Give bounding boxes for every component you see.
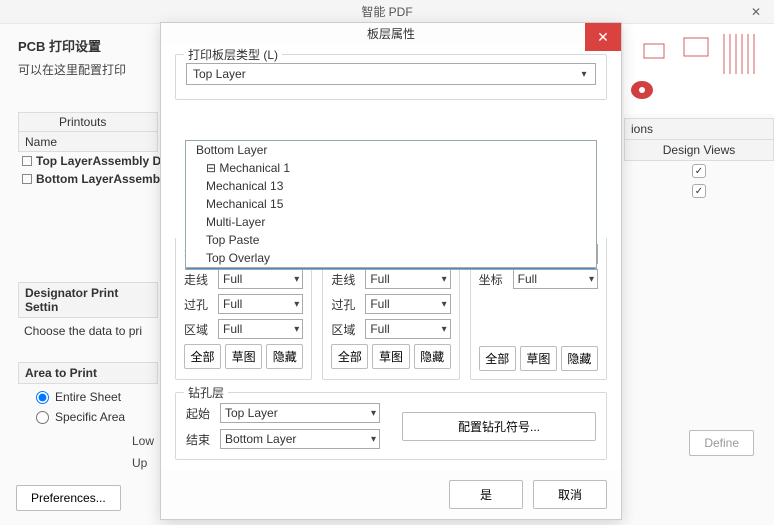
dialog-body: 打印板层类型 (L) Top Layer ▾ Bottom Layer⊟ Mec… [161, 44, 621, 470]
dropdown-item[interactable]: Mechanical 15 [186, 195, 596, 213]
dropdown-item[interactable]: Multi-Layer [186, 213, 596, 231]
btn-caotu-3[interactable]: 草图 [520, 346, 557, 371]
checkbox-2[interactable]: ✓ [692, 184, 706, 198]
dialog-titlebar: 板层属性 ✕ [161, 23, 621, 44]
layer-type-label: 打印板层类型 (L) [184, 46, 282, 63]
outer-titlebar: 智能 PDF ✕ [0, 0, 774, 24]
row-icon [22, 156, 32, 166]
dropdown-item[interactable]: Top Paste [186, 231, 596, 249]
btn-yincang-1[interactable]: 隐藏 [266, 344, 303, 369]
drill-right: 配置钻孔符号... [402, 403, 596, 449]
dialog-title: 板层属性 [367, 25, 415, 42]
dropdown-item[interactable]: Top Overlay [186, 249, 596, 267]
dropdown-item[interactable]: Bottom Layer [186, 141, 596, 159]
sel-guokong-2[interactable]: Full▾ [365, 294, 450, 314]
sel-zouxian-2[interactable]: Full▾ [365, 269, 450, 289]
right-panel: ions Design Views ✓ ✓ [624, 118, 774, 201]
layer-type-dropdown[interactable]: Bottom Layer⊟ Mechanical 1 Mechanical 13… [185, 140, 597, 270]
outer-title: 智能 PDF [361, 3, 412, 20]
column-name: Name [18, 132, 158, 152]
btn-yincang-2[interactable]: 隐藏 [414, 344, 451, 369]
outer-close-icon[interactable]: ✕ [742, 2, 770, 22]
design-views-header: Design Views [624, 140, 774, 161]
btn-quanbu-3[interactable]: 全部 [479, 346, 516, 371]
yes-button[interactable]: 是 [449, 480, 523, 509]
cancel-button[interactable]: 取消 [533, 480, 607, 509]
config-drill-button[interactable]: 配置钻孔符号... [402, 412, 596, 441]
btn-quanbu-2[interactable]: 全部 [331, 344, 368, 369]
area-header: Area to Print [18, 362, 158, 384]
low-label: Low [132, 434, 154, 448]
designator-header: Designator Print Settin [18, 282, 158, 318]
preferences-button[interactable]: Preferences... [16, 485, 121, 511]
printouts-header: Printouts [18, 112, 158, 132]
schematic-preview [624, 24, 774, 114]
radio-specific[interactable] [36, 411, 49, 424]
btn-caotu-2[interactable]: 草图 [372, 344, 409, 369]
btn-yincang-3[interactable]: 隐藏 [561, 346, 598, 371]
sel-zuobiao[interactable]: Full▾ [513, 269, 598, 289]
drill-title: 钻孔层 [184, 384, 228, 401]
dropdown-item[interactable]: Mechanical 13 [186, 177, 596, 195]
radio-entire[interactable] [36, 391, 49, 404]
sel-guokong-1[interactable]: Full▾ [218, 294, 303, 314]
chevron-down-icon: ▾ [577, 67, 591, 81]
drill-end-combo[interactable]: Bottom Layer▾ [220, 429, 380, 449]
sel-zouxian-1[interactable]: Full▾ [218, 269, 303, 289]
btn-caotu-1[interactable]: 草图 [225, 344, 262, 369]
sel-quyu-1[interactable]: Full▾ [218, 319, 303, 339]
drill-group: 钻孔层 起始 Top Layer▾ 结束 Bottom Layer▾ 配置钻孔符… [175, 392, 607, 460]
layer-type-group: 打印板层类型 (L) Top Layer ▾ [175, 54, 607, 100]
dialog-footer: 是 取消 [161, 470, 621, 519]
sel-quyu-2[interactable]: Full▾ [365, 319, 450, 339]
layer-properties-dialog: 板层属性 ✕ 打印板层类型 (L) Top Layer ▾ Bottom Lay… [160, 22, 622, 520]
dropdown-item[interactable]: ⊟ Mechanical 1 [186, 159, 596, 177]
row-icon [22, 174, 32, 184]
checkbox-1[interactable]: ✓ [692, 164, 706, 178]
dropdown-item[interactable]: Top Solder [186, 267, 596, 270]
layer-type-combo[interactable]: Top Layer ▾ [186, 63, 596, 85]
drill-left: 起始 Top Layer▾ 结束 Bottom Layer▾ [186, 403, 380, 449]
define-button[interactable]: Define [689, 430, 754, 456]
combo-value: Top Layer [193, 67, 246, 81]
up-label: Up [132, 456, 147, 470]
btn-quanbu-1[interactable]: 全部 [184, 344, 221, 369]
right-head: ions [624, 118, 774, 140]
drill-start-combo[interactable]: Top Layer▾ [220, 403, 380, 423]
